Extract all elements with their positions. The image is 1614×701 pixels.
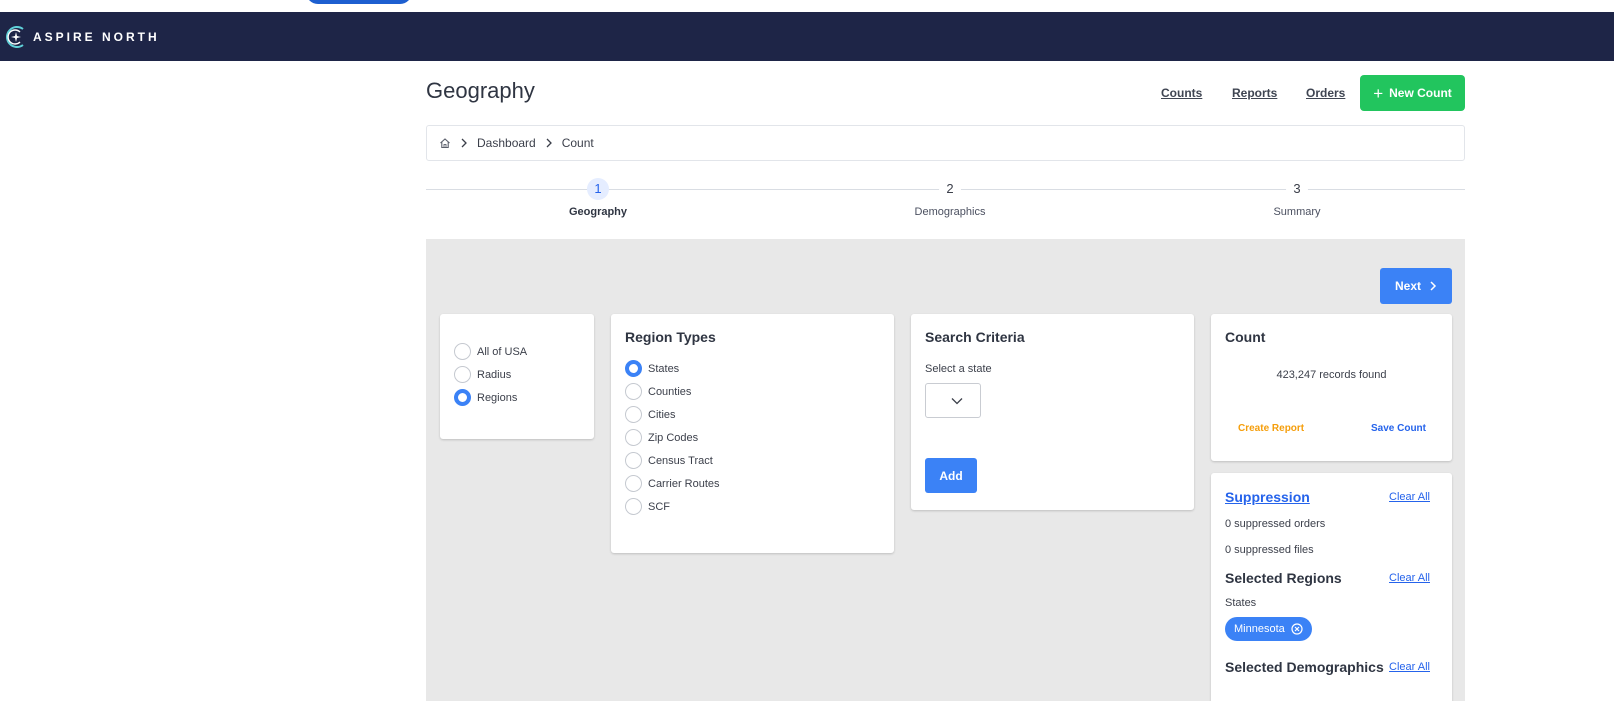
step-label: Summary	[1273, 206, 1321, 218]
radio-label: States	[648, 362, 680, 375]
radio-census-tract[interactable]: Census Tract	[625, 449, 894, 472]
region-type-label: States	[1225, 597, 1257, 609]
radio-circle	[625, 429, 642, 446]
step-number: 3	[1286, 178, 1308, 200]
region-types-card: Region Types States Counties Cities Zip …	[611, 314, 894, 553]
radio-counties[interactable]: Counties	[625, 380, 894, 403]
radio-carrier-routes[interactable]: Carrier Routes	[625, 472, 894, 495]
radio-circle	[625, 360, 642, 377]
chevron-right-icon	[544, 138, 554, 148]
radio-zip-codes[interactable]: Zip Codes	[625, 426, 894, 449]
suppression-clear-all[interactable]: Clear All	[1389, 491, 1430, 503]
new-count-label: New Count	[1389, 86, 1452, 100]
radio-circle	[454, 343, 471, 360]
radio-circle	[625, 383, 642, 400]
navbar: ASPIRE NORTH	[0, 12, 1614, 61]
records-found: 423,247 records found	[1276, 369, 1387, 381]
region-chip-minnesota[interactable]: Minnesota	[1225, 617, 1312, 641]
radio-circle	[625, 475, 642, 492]
next-button[interactable]: Next	[1380, 268, 1452, 304]
new-count-button[interactable]: + New Count	[1360, 75, 1465, 111]
select-state-label: Select a state	[925, 363, 992, 375]
nav-link-counts[interactable]: Counts	[1161, 86, 1202, 100]
region-types-title: Region Types	[625, 329, 716, 345]
chevron-right-icon	[459, 138, 469, 148]
chevron-right-icon	[1430, 281, 1437, 291]
step-label: Demographics	[914, 206, 986, 218]
add-button[interactable]: Add	[925, 458, 977, 493]
count-title: Count	[1225, 329, 1266, 345]
radio-label: SCF	[648, 500, 670, 513]
state-select[interactable]	[925, 383, 981, 418]
step-demographics[interactable]: 2 Demographics	[890, 178, 1010, 218]
step-number: 1	[587, 178, 609, 200]
home-icon[interactable]	[439, 137, 451, 149]
chevron-down-icon	[951, 397, 963, 404]
radio-label: Regions	[477, 391, 518, 404]
remove-circle-icon[interactable]	[1291, 623, 1303, 635]
compass-logo-icon	[6, 26, 24, 48]
plus-icon: +	[1373, 83, 1384, 103]
breadcrumb-count: Count	[561, 136, 594, 150]
count-card: Count 423,247 records found Create Repor…	[1211, 314, 1452, 461]
page-title: Geography	[426, 78, 535, 103]
regions-clear-all[interactable]: Clear All	[1389, 572, 1430, 584]
suppression-card: Suppression Clear All 0 suppressed order…	[1211, 473, 1452, 701]
breadcrumb-dashboard[interactable]: Dashboard	[477, 136, 536, 150]
suppressed-files: 0 suppressed files	[1225, 544, 1314, 556]
suppressed-orders: 0 suppressed orders	[1225, 518, 1326, 530]
radio-circle	[454, 366, 471, 383]
radio-label: Zip Codes	[648, 431, 699, 444]
suppression-link[interactable]: Suppression	[1225, 489, 1310, 505]
radio-states[interactable]: States	[625, 357, 894, 380]
step-number: 2	[939, 178, 961, 200]
selected-regions-title: Selected Regions	[1225, 570, 1342, 586]
step-summary[interactable]: 3 Summary	[1237, 178, 1357, 218]
breadcrumb: Dashboard Count	[426, 125, 1465, 161]
radio-circle	[625, 452, 642, 469]
brand-name: ASPIRE NORTH	[33, 30, 160, 44]
demographics-clear-all[interactable]: Clear All	[1389, 661, 1430, 673]
radio-label: Census Tract	[648, 454, 713, 467]
save-count-link[interactable]: Save Count	[1371, 423, 1426, 434]
next-label: Next	[1394, 279, 1421, 293]
radio-circle	[625, 406, 642, 423]
radio-radius[interactable]: Radius	[454, 363, 594, 386]
radio-label: Radius	[477, 368, 512, 381]
radio-circle	[454, 389, 471, 406]
scope-card: All of USA Radius Regions	[440, 314, 594, 439]
radio-label: Counties	[648, 385, 692, 398]
radio-label: Carrier Routes	[648, 477, 720, 490]
selected-demographics-title: Selected Demographics	[1225, 659, 1384, 675]
radio-circle	[625, 498, 642, 515]
chip-label: Minnesota	[1234, 623, 1285, 635]
step-geography[interactable]: 1 Geography	[538, 178, 658, 218]
radio-all-of-usa[interactable]: All of USA	[454, 340, 594, 363]
step-label: Geography	[568, 206, 628, 218]
radio-regions[interactable]: Regions	[454, 386, 594, 409]
search-criteria-title: Search Criteria	[925, 329, 1025, 345]
nav-link-reports[interactable]: Reports	[1232, 86, 1277, 100]
brand-logo[interactable]: ASPIRE NORTH	[3, 22, 160, 52]
nav-link-orders[interactable]: Orders	[1306, 86, 1345, 100]
radio-cities[interactable]: Cities	[625, 403, 894, 426]
create-report-link[interactable]: Create Report	[1238, 423, 1304, 434]
radio-label: All of USA	[477, 345, 528, 358]
top-tab-indicator	[306, 0, 412, 4]
search-criteria-card: Search Criteria Select a state Add	[911, 314, 1194, 510]
radio-label: Cities	[648, 408, 676, 421]
radio-scf[interactable]: SCF	[625, 495, 894, 518]
